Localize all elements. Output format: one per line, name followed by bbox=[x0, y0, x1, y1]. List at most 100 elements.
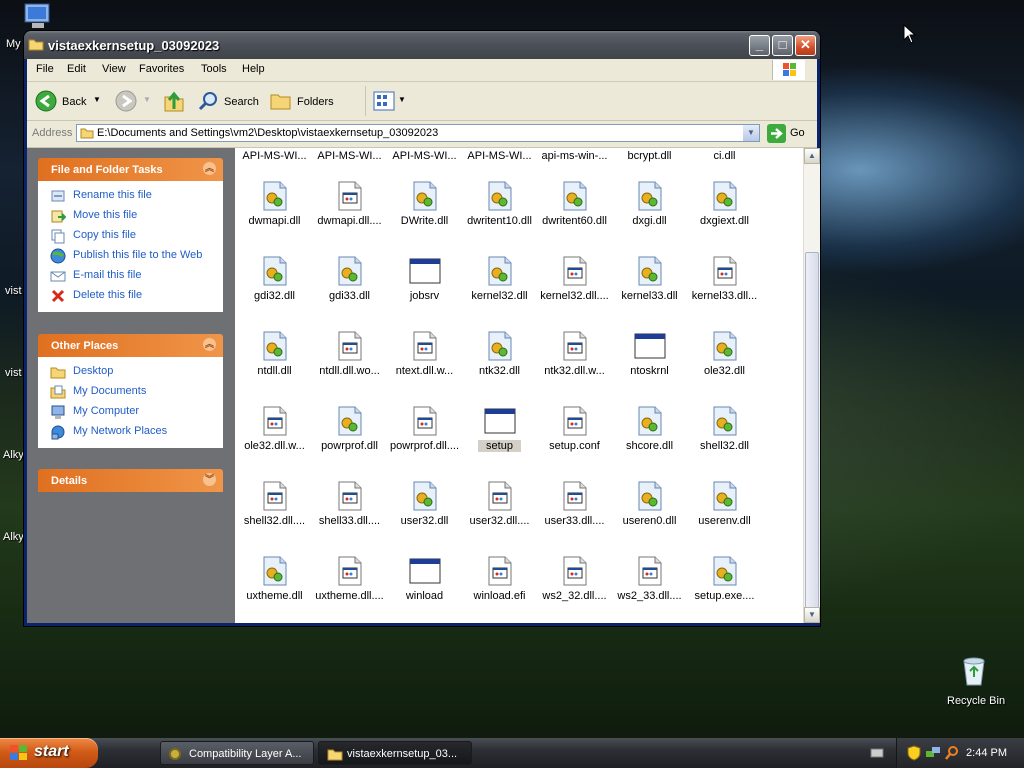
maximize-button[interactable]: □ bbox=[772, 35, 793, 56]
start-button[interactable]: start bbox=[0, 738, 98, 768]
security-shield-icon[interactable] bbox=[907, 745, 921, 761]
desktop-label[interactable]: vist bbox=[5, 285, 22, 297]
file-item-label[interactable]: bcrypt.dll bbox=[612, 150, 687, 162]
file-item[interactable]: winload bbox=[387, 548, 462, 623]
menu-file[interactable]: File bbox=[36, 63, 54, 75]
file-item[interactable]: setup.conf bbox=[537, 398, 612, 473]
details-header[interactable]: Details ︾ bbox=[38, 469, 223, 492]
place-my-documents[interactable]: My Documents bbox=[38, 382, 223, 402]
task-rename[interactable]: Rename this file bbox=[38, 186, 223, 206]
file-item[interactable]: uxtheme.dll.... bbox=[312, 548, 387, 623]
file-item[interactable]: userenv.dll bbox=[687, 473, 762, 548]
close-button[interactable]: ✕ bbox=[795, 35, 816, 56]
menu-favorites[interactable]: Favorites bbox=[139, 63, 184, 75]
menu-edit[interactable]: Edit bbox=[67, 63, 86, 75]
file-item[interactable]: dwmapi.dll bbox=[237, 173, 312, 248]
task-compatibility-layer[interactable]: Compatibility Layer A... bbox=[160, 741, 314, 765]
place-desktop[interactable]: Desktop bbox=[38, 362, 223, 382]
file-item[interactable]: user32.dll.... bbox=[462, 473, 537, 548]
place-my-computer[interactable]: My Computer bbox=[38, 402, 223, 422]
other-places-header[interactable]: Other Places ︽ bbox=[38, 334, 223, 357]
file-item[interactable]: dwritent10.dll bbox=[462, 173, 537, 248]
file-item[interactable]: ntdll.dll bbox=[237, 323, 312, 398]
file-item-label[interactable]: API-MS-WI... bbox=[387, 150, 462, 162]
file-item[interactable]: powrprof.dll.... bbox=[387, 398, 462, 473]
folders-button[interactable]: Folders bbox=[297, 96, 334, 108]
file-item[interactable]: ws2_33.dll.... bbox=[612, 548, 687, 623]
file-item[interactable]: ole32.dll.w... bbox=[237, 398, 312, 473]
scroll-thumb[interactable] bbox=[805, 252, 819, 613]
task-email[interactable]: E-mail this file bbox=[38, 266, 223, 286]
expand-chevron-icon[interactable]: ︾ bbox=[203, 473, 216, 486]
search-icon[interactable] bbox=[944, 745, 960, 761]
menu-tools[interactable]: Tools bbox=[201, 63, 227, 75]
file-item[interactable]: shell32.dll.... bbox=[237, 473, 312, 548]
file-item-label[interactable]: API-MS-WI... bbox=[237, 150, 312, 162]
back-dropdown-icon[interactable]: ▼ bbox=[93, 95, 101, 104]
file-item[interactable]: dxgiext.dll bbox=[687, 173, 762, 248]
file-item[interactable]: user33.dll.... bbox=[537, 473, 612, 548]
place-my-network[interactable]: My Network Places bbox=[38, 422, 223, 442]
keyboard-icon[interactable] bbox=[870, 747, 884, 759]
file-item[interactable]: jobsrv bbox=[387, 248, 462, 323]
menu-view[interactable]: View bbox=[102, 63, 126, 75]
file-item[interactable]: shell33.dll.... bbox=[312, 473, 387, 548]
file-item-label[interactable]: API-MS-WI... bbox=[462, 150, 537, 162]
file-item-label[interactable]: api-ms-win-... bbox=[537, 150, 612, 162]
minimize-button[interactable]: _ bbox=[749, 35, 770, 56]
forward-arrow-icon[interactable] bbox=[115, 90, 137, 112]
file-item[interactable]: ntext.dll.w... bbox=[387, 323, 462, 398]
task-copy[interactable]: Copy this file bbox=[38, 226, 223, 246]
task-publish[interactable]: Publish this file to the Web bbox=[38, 246, 223, 266]
file-item[interactable]: setup bbox=[462, 398, 537, 473]
task-delete[interactable]: Delete this file bbox=[38, 286, 223, 306]
file-item[interactable]: uxtheme.dll bbox=[237, 548, 312, 623]
file-item[interactable]: useren0.dll bbox=[612, 473, 687, 548]
file-item[interactable]: gdi33.dll bbox=[312, 248, 387, 323]
task-move[interactable]: Move this file bbox=[38, 206, 223, 226]
file-item[interactable]: powrprof.dll bbox=[312, 398, 387, 473]
file-folder-tasks-header[interactable]: File and Folder Tasks ︽ bbox=[38, 158, 223, 181]
file-item[interactable]: winload.efi bbox=[462, 548, 537, 623]
network-icon[interactable] bbox=[925, 745, 941, 761]
scroll-up-button[interactable]: ▲ bbox=[804, 148, 820, 164]
collapse-chevron-icon[interactable]: ︽ bbox=[203, 338, 216, 351]
file-item[interactable]: shell32.dll bbox=[687, 398, 762, 473]
desktop-label[interactable]: Alky bbox=[3, 531, 24, 543]
search-icon[interactable] bbox=[197, 90, 219, 112]
views-icon[interactable] bbox=[373, 91, 395, 111]
file-item[interactable]: kernel33.dll... bbox=[687, 248, 762, 323]
desktop-label[interactable]: vist bbox=[5, 367, 22, 379]
title-bar[interactable]: vistaexkernsetup_03092023 _ □ ✕ bbox=[24, 31, 820, 59]
go-button[interactable]: Go bbox=[790, 127, 805, 139]
file-item[interactable]: setup.exe.... bbox=[687, 548, 762, 623]
file-item-label[interactable]: API-MS-WI... bbox=[312, 150, 387, 162]
recycle-bin-desktop-icon[interactable]: Recycle Bin bbox=[940, 655, 1008, 711]
file-item[interactable]: ole32.dll bbox=[687, 323, 762, 398]
file-item[interactable]: kernel33.dll bbox=[612, 248, 687, 323]
file-item[interactable]: ws2_32.dll.... bbox=[537, 548, 612, 623]
up-folder-icon[interactable] bbox=[163, 89, 185, 113]
file-item[interactable]: shcore.dll bbox=[612, 398, 687, 473]
file-item[interactable]: gdi32.dll bbox=[237, 248, 312, 323]
file-item-label[interactable]: ci.dll bbox=[687, 150, 762, 162]
file-item[interactable]: dwmapi.dll.... bbox=[312, 173, 387, 248]
folders-icon[interactable] bbox=[270, 91, 292, 111]
search-button[interactable]: Search bbox=[224, 96, 259, 108]
desktop-label[interactable]: My bbox=[6, 38, 21, 50]
file-item[interactable]: ntk32.dll.w... bbox=[537, 323, 612, 398]
views-dropdown-icon[interactable]: ▼ bbox=[398, 95, 406, 104]
file-item[interactable]: kernel32.dll.... bbox=[537, 248, 612, 323]
my-computer-desktop-icon[interactable] bbox=[22, 2, 54, 30]
collapse-chevron-icon[interactable]: ︽ bbox=[203, 162, 216, 175]
scroll-down-button[interactable]: ▼ bbox=[804, 607, 820, 623]
file-item[interactable]: kernel32.dll bbox=[462, 248, 537, 323]
back-arrow-icon[interactable] bbox=[35, 90, 57, 112]
back-button[interactable]: Back bbox=[62, 96, 86, 108]
address-dropdown-icon[interactable]: ▼ bbox=[743, 125, 759, 141]
address-input[interactable]: E:\Documents and Settings\vm2\Desktop\vi… bbox=[76, 124, 760, 142]
vertical-scrollbar[interactable]: ▲ ▼ bbox=[803, 148, 820, 623]
file-item[interactable]: ntoskrnl bbox=[612, 323, 687, 398]
file-item[interactable]: dxgi.dll bbox=[612, 173, 687, 248]
file-item[interactable]: ntk32.dll bbox=[462, 323, 537, 398]
